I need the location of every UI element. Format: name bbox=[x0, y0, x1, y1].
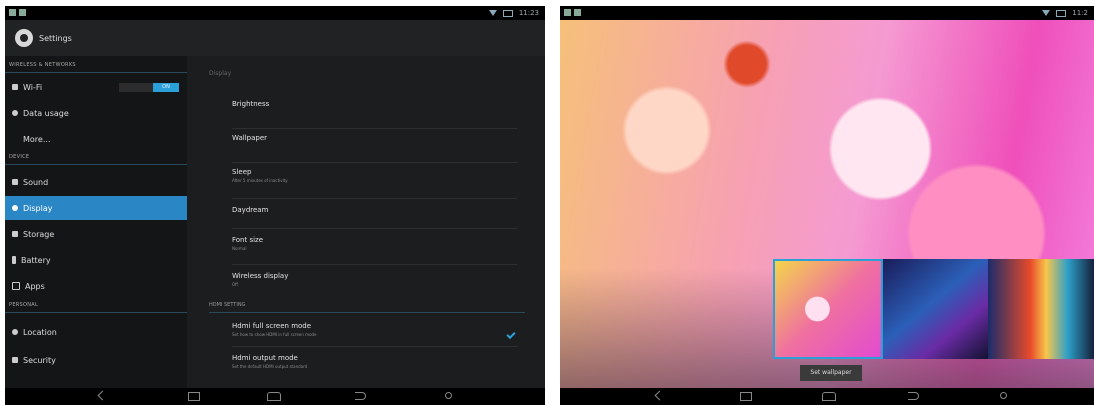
location-icon bbox=[12, 329, 18, 335]
setting-title: Sleep bbox=[232, 168, 252, 176]
setting-title: Wireless display bbox=[232, 272, 289, 280]
notification-icon bbox=[9, 9, 16, 16]
section-header-device: DEVICE bbox=[9, 154, 30, 160]
wallpaper-thumbnail[interactable] bbox=[882, 259, 989, 359]
setting-brightness[interactable]: Brightness bbox=[232, 100, 517, 129]
wifi-status-icon bbox=[488, 10, 497, 16]
status-time: 11:23 bbox=[518, 9, 539, 17]
back-icon[interactable] bbox=[908, 392, 919, 400]
settings-screen: 11:23 Settings WIRELESS & NETWORKS Wi-Fi… bbox=[5, 6, 545, 405]
battery-status-icon bbox=[1056, 9, 1067, 17]
setting-sleep[interactable]: Sleep After 5 minutes of inactivity bbox=[232, 168, 517, 199]
sidebar-item-label: Display bbox=[23, 203, 53, 213]
recent-apps-icon[interactable] bbox=[188, 392, 200, 401]
volume-up-icon[interactable] bbox=[445, 392, 452, 399]
setting-subtitle: Normal bbox=[232, 246, 247, 251]
setting-title: Hdmi output mode bbox=[232, 354, 298, 362]
divider bbox=[5, 164, 187, 165]
sidebar-item-label: Security bbox=[23, 355, 56, 365]
sidebar-item-display[interactable]: Display bbox=[5, 196, 187, 220]
set-wallpaper-button[interactable]: Set wallpaper bbox=[800, 365, 862, 381]
sidebar-item-security[interactable]: Security bbox=[5, 348, 187, 372]
wifi-icon bbox=[12, 84, 18, 90]
toggle-on-label: ON bbox=[153, 82, 179, 92]
notification-icon bbox=[19, 9, 26, 16]
status-bar: 11:23 bbox=[5, 6, 545, 20]
divider bbox=[209, 312, 525, 313]
apps-icon bbox=[12, 282, 20, 290]
sidebar-item-label: Storage bbox=[23, 229, 55, 239]
hdmi-section-header: HDMI SETTING bbox=[209, 302, 246, 308]
divider bbox=[5, 72, 187, 73]
sidebar-item-more[interactable]: More... bbox=[5, 127, 187, 151]
notification-icon bbox=[574, 9, 581, 16]
volume-up-icon[interactable] bbox=[1000, 392, 1007, 399]
settings-gear-icon[interactable] bbox=[15, 29, 33, 47]
setting-title: Daydream bbox=[232, 206, 269, 214]
wallpaper-thumbnail[interactable] bbox=[988, 259, 1094, 359]
sidebar-item-sound[interactable]: Sound bbox=[5, 170, 187, 194]
setting-font-size[interactable]: Font size Normal bbox=[232, 236, 517, 265]
navigation-bar bbox=[5, 388, 545, 405]
back-icon[interactable] bbox=[355, 392, 366, 400]
divider bbox=[5, 312, 187, 313]
sidebar-item-battery[interactable]: Battery bbox=[5, 248, 187, 272]
setting-title: Wallpaper bbox=[232, 134, 268, 142]
sidebar-item-label: Battery bbox=[21, 255, 51, 265]
home-icon[interactable] bbox=[267, 392, 281, 401]
sidebar-item-data-usage[interactable]: Data usage bbox=[5, 101, 187, 125]
security-icon bbox=[12, 357, 18, 363]
sidebar-item-label: Apps bbox=[25, 281, 45, 291]
sound-icon bbox=[12, 179, 18, 185]
setting-daydream[interactable]: Daydream bbox=[232, 206, 517, 229]
sidebar-item-storage[interactable]: Storage bbox=[5, 222, 187, 246]
wifi-status-icon bbox=[1042, 10, 1051, 16]
settings-sidebar: WIRELESS & NETWORKS Wi-Fi ON Data usage … bbox=[5, 56, 187, 388]
wallpaper-screen: 11:2 Set wallpaper bbox=[560, 6, 1094, 405]
wallpaper-thumbnails bbox=[773, 259, 1094, 359]
battery-status-icon bbox=[502, 9, 513, 17]
setting-title: Font size bbox=[232, 236, 264, 244]
sidebar-item-label: Data usage bbox=[23, 108, 69, 118]
setting-wallpaper[interactable]: Wallpaper bbox=[232, 134, 517, 163]
volume-down-icon[interactable] bbox=[654, 390, 665, 401]
sidebar-item-label: Location bbox=[23, 327, 57, 337]
setting-title: Hdmi full screen mode bbox=[232, 322, 312, 330]
app-title: Settings bbox=[39, 33, 72, 43]
panel-title: Display bbox=[209, 70, 232, 77]
setting-title: Brightness bbox=[232, 100, 270, 108]
status-bar: 11:2 bbox=[560, 6, 1094, 20]
recent-apps-icon[interactable] bbox=[740, 392, 752, 401]
setting-subtitle: Set the default HDMI output standard bbox=[232, 364, 308, 369]
data-usage-icon bbox=[12, 110, 18, 116]
storage-icon bbox=[12, 231, 18, 237]
sidebar-item-label: More... bbox=[23, 134, 51, 144]
setting-subtitle: After 5 minutes of inactivity bbox=[232, 178, 288, 183]
sidebar-item-label: Wi-Fi bbox=[23, 82, 43, 92]
setting-hdmi-output-mode[interactable]: Hdmi output mode Set the default HDMI ou… bbox=[232, 354, 517, 378]
sidebar-item-apps[interactable]: Apps bbox=[5, 274, 187, 298]
sidebar-item-label: Sound bbox=[23, 177, 49, 187]
home-icon[interactable] bbox=[822, 392, 836, 401]
setting-hdmi-full-screen[interactable]: Hdmi full screen mode Set how to show HD… bbox=[232, 322, 517, 347]
setting-wireless-display[interactable]: Wireless display Off bbox=[232, 272, 517, 296]
wifi-toggle[interactable]: ON bbox=[119, 82, 179, 92]
sidebar-item-wifi[interactable]: Wi-Fi ON bbox=[5, 75, 187, 99]
display-settings-panel: Display Brightness Wallpaper Sleep After… bbox=[187, 56, 545, 388]
status-time: 11:2 bbox=[1072, 9, 1088, 17]
section-header-wireless: WIRELESS & NETWORKS bbox=[9, 62, 76, 68]
action-bar: Settings bbox=[5, 20, 545, 56]
sidebar-item-location[interactable]: Location bbox=[5, 320, 187, 344]
battery-icon bbox=[12, 256, 16, 264]
notification-icon bbox=[564, 9, 571, 16]
navigation-bar bbox=[560, 388, 1094, 405]
setting-subtitle: Set how to show HDMI in full screen mode bbox=[232, 332, 317, 337]
display-icon bbox=[12, 205, 18, 211]
wallpaper-thumbnail-selected[interactable] bbox=[773, 259, 883, 359]
section-header-personal: PERSONAL bbox=[9, 302, 39, 308]
volume-down-icon[interactable] bbox=[97, 390, 108, 401]
setting-subtitle: Off bbox=[232, 282, 238, 287]
